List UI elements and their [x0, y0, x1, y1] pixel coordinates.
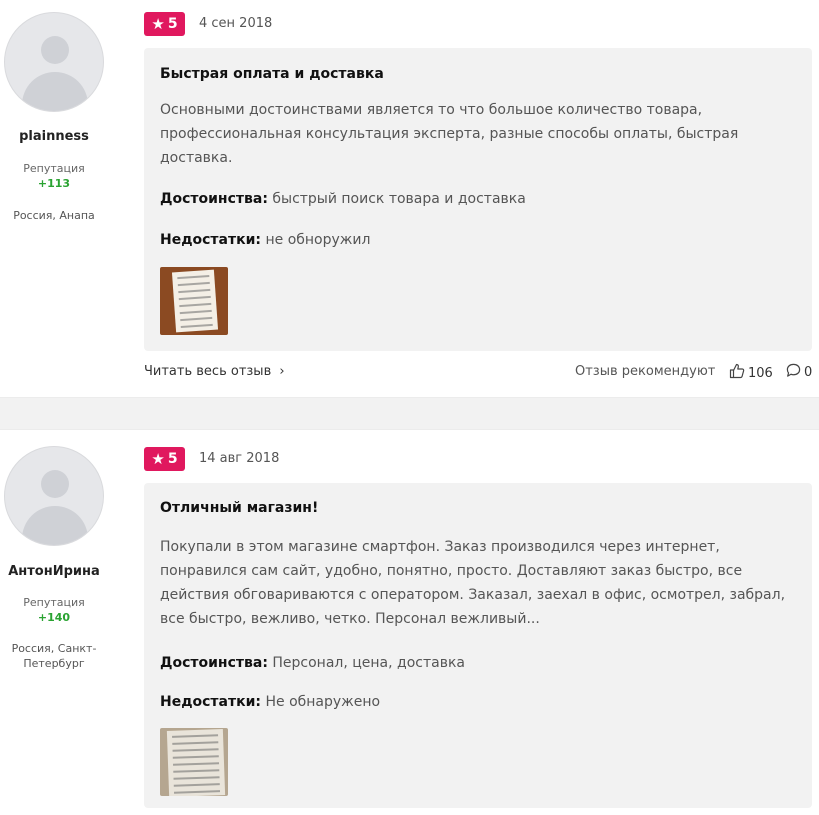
star-icon: ★ [151, 14, 165, 33]
pros-text: быстрый поиск товара и доставка [272, 191, 526, 207]
author-location: Россия, Санкт-Петербург [11, 642, 97, 670]
read-more-label: Читать весь отзыв [144, 364, 272, 379]
comments-button[interactable]: 0 [786, 363, 812, 382]
review-item: plainness Репутация +113 Россия, Анапа ★… [0, 0, 819, 397]
review-pros: Достоинства: Персонал, цена, доставка [160, 655, 465, 671]
read-full-review-link[interactable]: Читать весь отзыв › [144, 364, 285, 379]
review-cons: Недостатки: Не обнаружено [160, 694, 380, 710]
review-date: 14 авг 2018 [199, 451, 280, 466]
review-title[interactable]: Отличный магазин! [160, 500, 318, 516]
reputation-label: Репутация [23, 162, 85, 175]
review-item: АнтонИрина Репутация +140 Россия, Санкт-… [0, 430, 819, 815]
review-cons: Недостатки: не обноружил [160, 232, 370, 248]
star-icon: ★ [151, 449, 165, 468]
author-name[interactable]: plainness [0, 129, 108, 144]
rating-badge: ★ 5 [144, 12, 185, 36]
avatar[interactable] [4, 12, 104, 112]
review-footer: Читать весь отзыв › Отзыв рекомендуют 10… [144, 363, 812, 383]
review-card: Быстрая оплата и доставка Основными дост… [144, 48, 812, 351]
cons-text: Не обнаружено [265, 694, 381, 710]
comment-count: 0 [804, 365, 813, 380]
review-text: Покупали в этом магазине смартфон. Заказ… [160, 539, 786, 627]
rating-value: 5 [167, 451, 178, 467]
thumbs-up-icon [729, 363, 745, 383]
pros-text: Персонал, цена, доставка [272, 655, 465, 671]
cons-label: Недостатки: [160, 232, 262, 248]
review-separator [0, 397, 819, 430]
avatar-body [22, 72, 88, 111]
receipt-image [171, 269, 219, 333]
comment-icon [786, 363, 801, 382]
cons-label: Недостатки: [160, 694, 262, 710]
review-title[interactable]: Быстрая оплата и доставка [160, 66, 384, 82]
avatar-head [41, 36, 69, 64]
reputation-label: Репутация [23, 596, 85, 609]
review-date: 4 сен 2018 [199, 16, 273, 31]
rating-value: 5 [167, 16, 178, 32]
pros-label: Достоинства: [160, 655, 268, 671]
avatar-body [22, 506, 88, 545]
reputation-value: +140 [37, 611, 71, 624]
recommends-label: Отзыв рекомендуют [575, 364, 716, 379]
reputation-value: +113 [37, 177, 71, 190]
avatar-head [41, 470, 69, 498]
author-location: Россия, Анапа [13, 209, 95, 222]
author-name[interactable]: АнтонИрина [0, 564, 108, 579]
rating-badge: ★ 5 [144, 447, 185, 471]
review-card: Отличный магазин! Покупали в этом магази… [144, 483, 812, 808]
review-photo-thumbnail[interactable] [160, 267, 228, 335]
avatar[interactable] [4, 446, 104, 546]
review-text: Основными достоинствами является то что … [160, 102, 739, 166]
review-pros: Достоинства: быстрый поиск товара и дост… [160, 191, 526, 207]
like-count: 106 [748, 365, 773, 381]
receipt-image [166, 729, 226, 796]
cons-text: не обноружил [265, 232, 371, 248]
like-button[interactable]: 106 [729, 363, 773, 383]
review-photo-thumbnail[interactable] [160, 728, 228, 796]
pros-label: Достоинства: [160, 191, 268, 207]
chevron-right-icon: › [279, 364, 285, 379]
